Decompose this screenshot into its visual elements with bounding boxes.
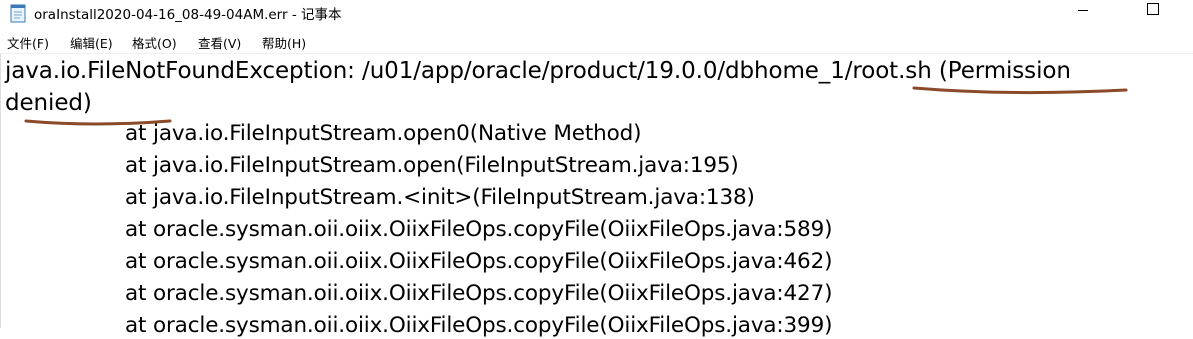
- minimize-button[interactable]: [1060, 0, 1106, 22]
- handwritten-underline-marks: [24, 86, 1128, 126]
- stack-line: at java.io.FileInputStream.open(FileInpu…: [125, 153, 739, 178]
- menu-file[interactable]: 文件(F): [7, 33, 49, 52]
- menu-edit[interactable]: 编辑(E): [70, 33, 113, 52]
- menu-view[interactable]: 查看(V): [198, 33, 241, 52]
- menu-help[interactable]: 帮助(H): [262, 33, 306, 52]
- menu-bar: 文件(F) 编辑(E) 格式(O) 查看(V) 帮助(H): [0, 31, 1193, 53]
- stack-line: at oracle.sysman.oii.oiix.OiixFileOps.co…: [125, 281, 833, 306]
- maximize-icon: [1147, 3, 1159, 15]
- stack-line: at java.io.FileInputStream.<init>(FileIn…: [125, 185, 755, 210]
- text-editor[interactable]: java.io.FileNotFoundException: /u01/app/…: [0, 53, 1193, 338]
- minimize-icon: [1078, 10, 1088, 11]
- window-title: oraInstall2020-04-16_08-49-04AM.err - 记事…: [34, 7, 342, 23]
- underline-root-permission: [912, 86, 1128, 95]
- stack-line: at oracle.sysman.oii.oiix.OiixFileOps.co…: [125, 313, 833, 338]
- stack-line: at oracle.sysman.oii.oiix.OiixFileOps.co…: [125, 249, 833, 274]
- title-bar: oraInstall2020-04-16_08-49-04AM.err - 记事…: [0, 0, 1193, 30]
- notepad-file-icon: [10, 4, 26, 23]
- stack-line: at oracle.sysman.oii.oiix.OiixFileOps.co…: [125, 217, 833, 242]
- underline-denied: [24, 119, 172, 126]
- maximize-button[interactable]: [1130, 0, 1176, 22]
- menu-format[interactable]: 格式(O): [132, 33, 177, 52]
